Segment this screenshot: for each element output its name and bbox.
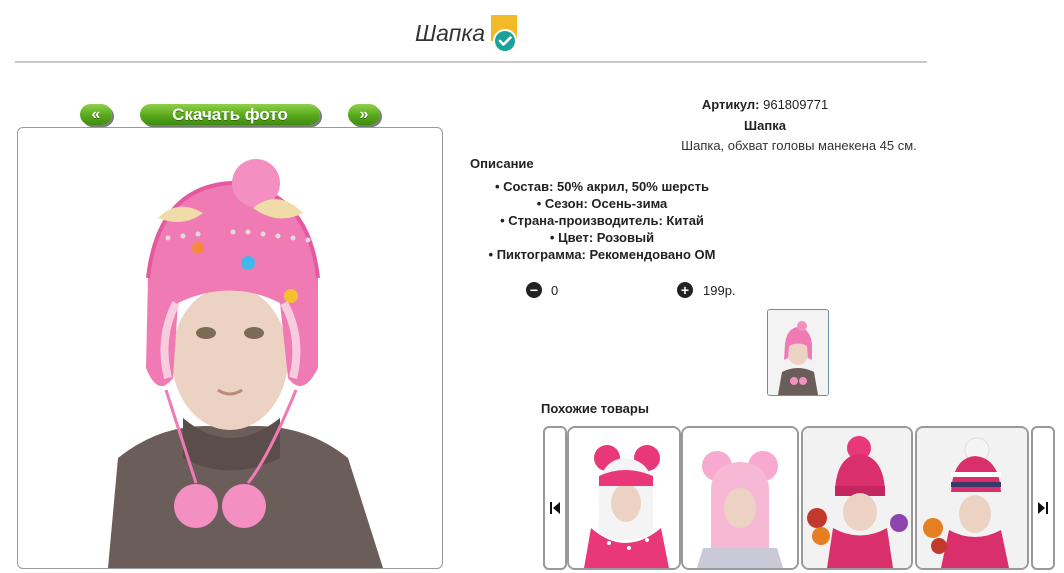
product-short-description: Шапка, обхват головы манекена 45 см. <box>681 138 917 153</box>
download-photo-button[interactable]: Скачать фото <box>140 104 320 125</box>
spec-item: • Состав: 50% акрил, 50% шерсть <box>494 179 710 194</box>
spec-text: Пиктограмма: Рекомендовано ОМ <box>496 247 716 262</box>
title-divider <box>15 61 927 63</box>
next-photo-button[interactable]: » <box>348 104 380 125</box>
spec-item: • Страна-производитель: Китай <box>500 213 704 228</box>
price-value: 199р. <box>703 283 736 298</box>
carousel-prev-button[interactable] <box>543 426 567 570</box>
similar-product-card[interactable] <box>567 426 681 570</box>
spec-item: • Цвет: Розовый <box>549 230 655 245</box>
spec-item: • Сезон: Осень-зима <box>536 196 668 211</box>
similar-product-card[interactable] <box>801 426 913 570</box>
similar-product-card[interactable] <box>681 426 799 570</box>
sku-label: Артикул: <box>701 97 760 112</box>
similar-product-card[interactable] <box>915 426 1029 570</box>
spec-text: Цвет: Розовый <box>558 230 655 245</box>
photo-thumbnail[interactable] <box>767 309 829 396</box>
check-badge-icon <box>491 15 519 55</box>
spec-item: • Пиктограмма: Рекомендовано ОМ <box>488 247 716 262</box>
product-image <box>683 428 797 568</box>
sku-line: Артикул: 961809771 <box>650 97 880 112</box>
plus-circle-icon[interactable]: + <box>677 282 693 298</box>
similar-products-heading: Похожие товары <box>541 401 649 416</box>
product-image <box>803 428 911 568</box>
product-image <box>917 428 1027 568</box>
page-title: Шапка <box>415 20 486 46</box>
sku-value: 961809771 <box>763 97 829 112</box>
product-name: Шапка <box>744 118 786 133</box>
spec-text: Страна-производитель: Китай <box>508 213 704 228</box>
product-photo <box>17 127 443 569</box>
skip-previous-icon <box>550 502 560 514</box>
carousel-next-button[interactable] <box>1031 426 1055 570</box>
quantity-value: 0 <box>551 283 559 298</box>
spec-text: Сезон: Осень-зима <box>544 196 668 211</box>
spec-text: Состав: 50% акрил, 50% шерсть <box>503 179 710 194</box>
previous-photo-button[interactable]: « <box>80 104 112 125</box>
product-image <box>569 428 679 568</box>
skip-next-icon <box>1038 502 1048 514</box>
description-heading: Описание <box>470 156 534 171</box>
minus-circle-icon[interactable]: − <box>526 282 542 298</box>
